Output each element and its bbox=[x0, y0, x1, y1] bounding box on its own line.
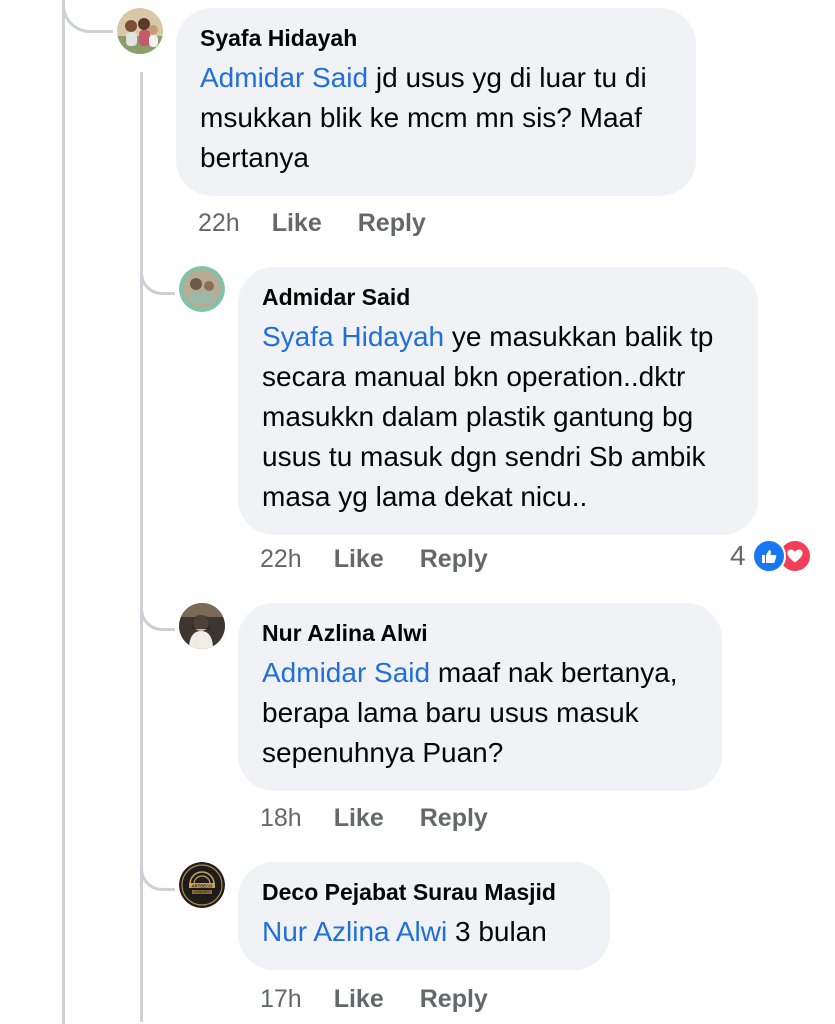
mention-link[interactable]: Nur Azlina Alwi bbox=[262, 916, 447, 947]
avatar[interactable] bbox=[179, 266, 225, 312]
comment-text: Syafa Hidayah ye masukkan balik tp secar… bbox=[262, 317, 734, 517]
reply-button[interactable]: Reply bbox=[420, 544, 488, 574]
reply-connector bbox=[140, 598, 175, 631]
like-icon bbox=[751, 539, 786, 573]
comment-actions: 18h Like Reply bbox=[260, 803, 488, 833]
comment-timestamp[interactable]: 22h bbox=[260, 544, 302, 574]
comment-actions: 22h Like Reply bbox=[198, 208, 426, 238]
comment-thread: Syafa Hidayah Admidar Said jd usus yg di… bbox=[0, 0, 835, 1024]
comment-bubble: Nur Azlina Alwi Admidar Said maaf nak be… bbox=[238, 603, 722, 791]
comment-timestamp[interactable]: 22h bbox=[198, 208, 240, 238]
reply-connector bbox=[140, 262, 175, 295]
reply-connector bbox=[140, 858, 175, 891]
avatar[interactable] bbox=[179, 603, 225, 649]
reaction-summary[interactable]: 4 bbox=[730, 538, 812, 574]
thread-line bbox=[62, 0, 65, 1024]
like-button[interactable]: Like bbox=[334, 544, 384, 574]
artdeco-logo-icon: ARTDECO CONCEPT bbox=[179, 862, 225, 908]
reaction-count: 4 bbox=[730, 540, 746, 571]
like-button[interactable]: Like bbox=[334, 984, 384, 1014]
avatar-photo-icon bbox=[117, 8, 163, 54]
mention-link[interactable]: Syafa Hidayah bbox=[262, 321, 444, 352]
reply-button[interactable]: Reply bbox=[358, 208, 426, 238]
comment-text: Nur Azlina Alwi 3 bulan bbox=[262, 912, 586, 952]
comment-body: 3 bulan bbox=[447, 916, 547, 947]
mention-link[interactable]: Admidar Said bbox=[200, 62, 368, 93]
reply-button[interactable]: Reply bbox=[420, 803, 488, 833]
comment-actions: 22h Like Reply bbox=[260, 544, 488, 574]
comment-timestamp[interactable]: 17h bbox=[260, 984, 302, 1014]
avatar-photo-icon bbox=[179, 603, 225, 649]
avatar[interactable] bbox=[117, 8, 163, 54]
like-button[interactable]: Like bbox=[334, 803, 384, 833]
avatar-photo-icon bbox=[179, 266, 225, 312]
comment-actions: 17h Like Reply bbox=[260, 984, 488, 1014]
reply-button[interactable]: Reply bbox=[420, 984, 488, 1014]
avatar[interactable]: ARTDECO CONCEPT bbox=[179, 862, 225, 908]
comment-author[interactable]: Admidar Said bbox=[262, 283, 734, 311]
comment-timestamp[interactable]: 18h bbox=[260, 803, 302, 833]
comment-bubble: Syafa Hidayah Admidar Said jd usus yg di… bbox=[176, 8, 696, 196]
comment-author[interactable]: Deco Pejabat Surau Masjid bbox=[262, 878, 586, 906]
thread-connector bbox=[62, 0, 113, 33]
like-button[interactable]: Like bbox=[272, 208, 322, 238]
comment-author[interactable]: Syafa Hidayah bbox=[200, 24, 672, 52]
logo-text: CONCEPT bbox=[194, 890, 210, 894]
mention-link[interactable]: Admidar Said bbox=[262, 657, 430, 688]
comment-bubble: Admidar Said Syafa Hidayah ye masukkan b… bbox=[238, 267, 758, 535]
comment-text: Admidar Said jd usus yg di luar tu di ms… bbox=[200, 58, 672, 178]
comment-bubble: Deco Pejabat Surau Masjid Nur Azlina Alw… bbox=[238, 862, 610, 970]
comment-text: Admidar Said maaf nak bertanya, berapa l… bbox=[262, 653, 698, 773]
logo-text: ARTDECO bbox=[192, 883, 213, 888]
comment-author[interactable]: Nur Azlina Alwi bbox=[262, 619, 698, 647]
